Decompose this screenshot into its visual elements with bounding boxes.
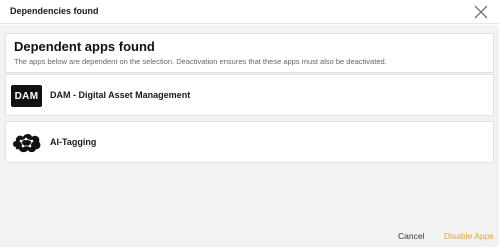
dialog-header: Dependencies found: [0, 0, 499, 24]
info-banner: Dependent apps found The apps below are …: [5, 33, 494, 73]
cancel-button[interactable]: Cancel: [398, 231, 424, 241]
banner-description: The apps below are dependent on the sele…: [14, 57, 387, 66]
dam-logo-icon: DAM: [11, 85, 42, 107]
app-name: DAM - Digital Asset Management: [50, 90, 191, 100]
ai-brain-icon: [11, 132, 42, 154]
dependencies-dialog: Dependencies found Dependent apps found …: [0, 0, 499, 247]
app-card-dam: DAM DAM - Digital Asset Management: [5, 74, 494, 116]
dialog-title: Dependencies found: [10, 6, 99, 16]
dialog-body: Dependent apps found The apps below are …: [0, 25, 499, 222]
disable-apps-button[interactable]: Disable Apps: [444, 231, 494, 241]
banner-title: Dependent apps found: [14, 39, 155, 54]
app-name: AI-Tagging: [50, 137, 97, 147]
close-icon[interactable]: [472, 3, 490, 21]
app-card-ai-tagging: AI-Tagging: [5, 121, 494, 163]
dialog-footer: Cancel Disable Apps: [0, 222, 499, 247]
